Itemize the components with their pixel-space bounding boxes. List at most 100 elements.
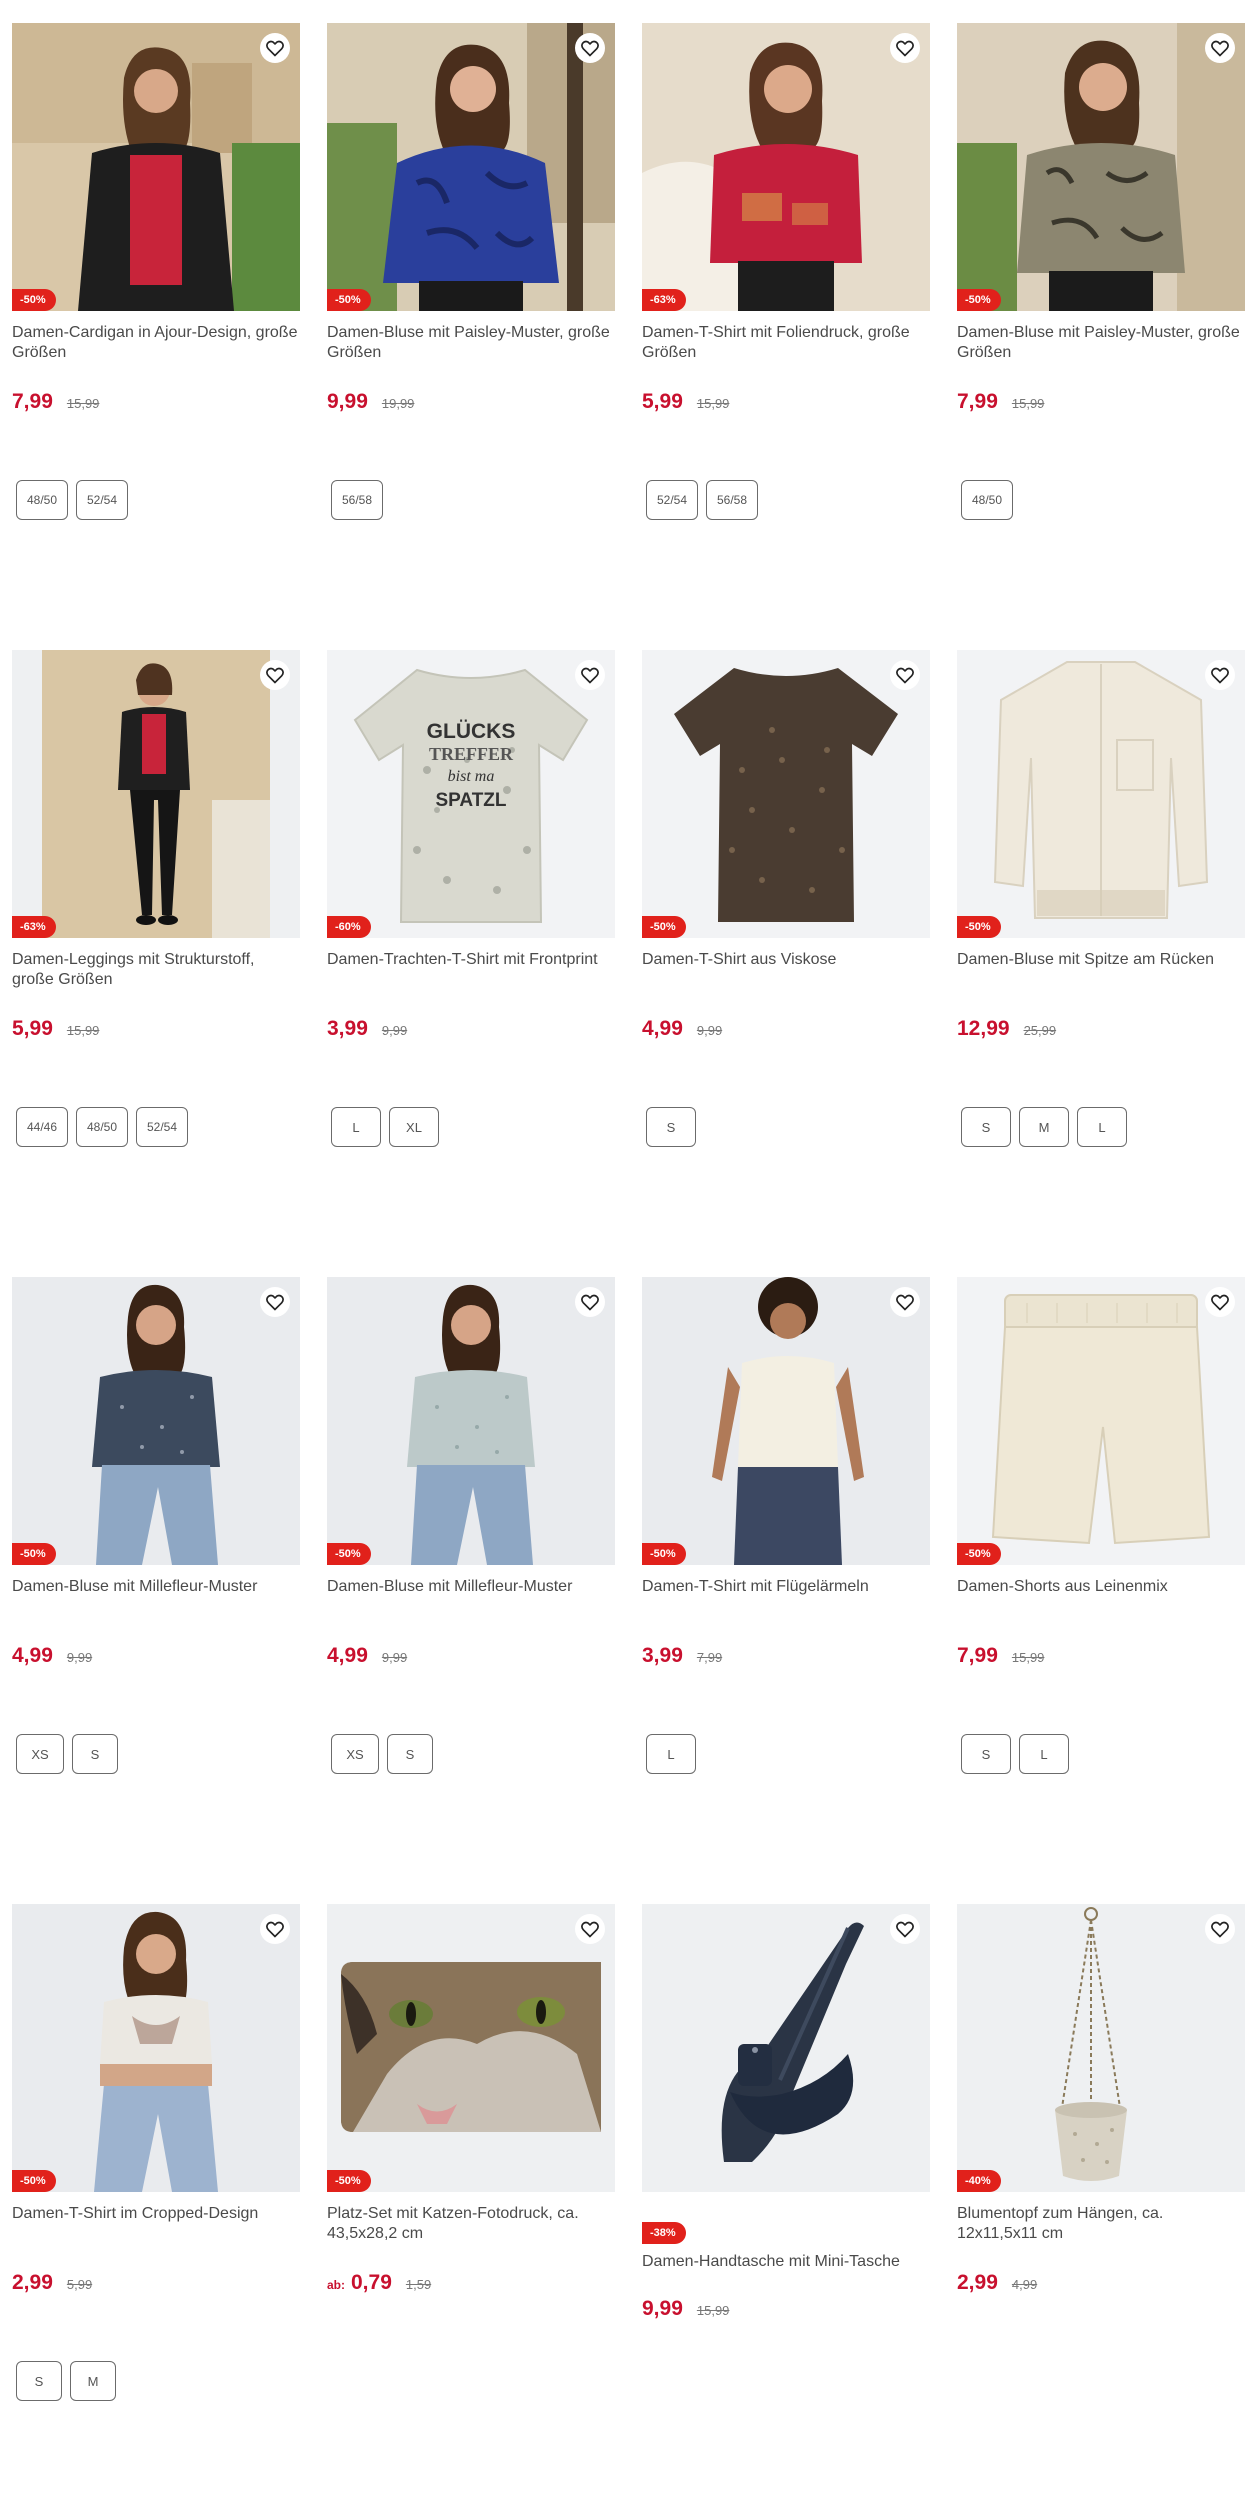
product-image[interactable]: -50% [327,23,615,311]
product-title[interactable]: Damen-T-Shirt mit Foliendruck, große Grö… [642,323,930,363]
product-image[interactable]: -50% [957,23,1245,311]
product-title[interactable]: Damen-Leggings mit Strukturstoff, große … [12,950,300,990]
wishlist-button[interactable] [575,1914,605,1944]
product-photo [12,23,300,311]
price-row: 3,99 7,99 [642,1644,930,1668]
product-image[interactable]: -50% [327,1904,615,2192]
product-title[interactable]: Blumentopf zum Hängen, ca. 12x11,5x11 cm [957,2204,1245,2244]
product-card[interactable]: -50% Damen-T-Shirt im Cropped-Design 2,9… [12,1904,300,2401]
product-card[interactable]: -50% Damen-T-Shirt aus Viskose 4,99 9,99… [642,650,930,1147]
wishlist-button[interactable] [1205,1914,1235,1944]
product-image[interactable]: -50% [327,1277,615,1565]
size-button[interactable]: XL [389,1107,439,1147]
product-card[interactable]: -50% Damen-Bluse mit Paisley-Muster, gro… [957,23,1245,520]
product-image[interactable]: -63% [642,23,930,311]
size-button[interactable]: 48/50 [16,480,68,520]
wishlist-button[interactable] [575,1287,605,1317]
size-button[interactable]: XS [331,1734,379,1774]
size-button[interactable]: S [646,1107,696,1147]
product-card[interactable]: -50% Damen-Bluse mit Millefleur-Muster 4… [327,1277,615,1774]
size-button[interactable]: XS [16,1734,64,1774]
product-title[interactable]: Damen-Handtasche mit Mini-Tasche [642,2252,930,2272]
size-button[interactable]: L [1019,1734,1069,1774]
product-image[interactable] [642,1904,930,2192]
heart-icon [581,40,599,57]
wishlist-button[interactable] [890,1914,920,1944]
size-button[interactable]: 56/58 [331,480,383,520]
size-button[interactable]: S [16,2361,62,2401]
product-card[interactable]: -50% Platz-Set mit Katzen-Fotodruck, ca.… [327,1904,615,2295]
wishlist-button[interactable] [260,33,290,63]
product-image[interactable]: GLÜCKS TREFFER bist ma SPATZL -60% [327,650,615,938]
wishlist-button[interactable] [575,660,605,690]
current-price: 4,99 [12,1644,53,1667]
size-button[interactable]: 56/58 [706,480,758,520]
product-title[interactable]: Damen-Bluse mit Millefleur-Muster [12,1577,300,1617]
current-price: 2,99 [957,2271,998,2294]
product-title[interactable]: Damen-T-Shirt im Cropped-Design [12,2204,300,2244]
size-button[interactable]: M [70,2361,116,2401]
product-card[interactable]: -50% Damen-Bluse mit Millefleur-Muster 4… [12,1277,300,1774]
size-button[interactable]: M [1019,1107,1069,1147]
wishlist-button[interactable] [1205,660,1235,690]
size-button[interactable]: 48/50 [76,1107,128,1147]
size-button[interactable]: S [961,1734,1011,1774]
wishlist-button[interactable] [260,1287,290,1317]
size-button[interactable]: L [1077,1107,1127,1147]
product-card[interactable]: GLÜCKS TREFFER bist ma SPATZL -60% Damen… [327,650,615,1147]
size-button[interactable]: 48/50 [961,480,1013,520]
product-title[interactable]: Damen-Bluse mit Millefleur-Muster [327,1577,615,1617]
wishlist-button[interactable] [1205,33,1235,63]
product-image[interactable]: -50% [12,23,300,311]
size-button[interactable]: 44/46 [16,1107,68,1147]
product-image[interactable]: -50% [957,1277,1245,1565]
product-card[interactable]: -50% Damen-T-Shirt mit Flügelärmeln 3,99… [642,1277,930,1774]
product-image[interactable]: -50% [12,1904,300,2192]
size-button[interactable]: L [646,1734,696,1774]
old-price: 15,99 [696,396,730,411]
product-image[interactable]: -50% [642,1277,930,1565]
wishlist-button[interactable] [890,660,920,690]
product-card[interactable]: -63% Damen-Leggings mit Strukturstoff, g… [12,650,300,1147]
product-card[interactable]: -50% Damen-Bluse mit Paisley-Muster, gro… [327,23,615,520]
wishlist-button[interactable] [1205,1287,1235,1317]
size-button[interactable]: 52/54 [646,480,698,520]
discount-badge: -40% [957,2170,1001,2192]
size-button[interactable]: 52/54 [76,480,128,520]
product-title[interactable]: Damen-T-Shirt mit Flügelärmeln [642,1577,930,1617]
product-image[interactable]: -50% [957,650,1245,938]
product-title[interactable]: Damen-Shorts aus Leinenmix [957,1577,1245,1617]
product-title[interactable]: Damen-T-Shirt aus Viskose [642,950,930,990]
size-button[interactable]: S [961,1107,1011,1147]
product-card[interactable]: -63% Damen-T-Shirt mit Foliendruck, groß… [642,23,930,520]
size-button[interactable]: S [72,1734,118,1774]
product-title[interactable]: Damen-Bluse mit Spitze am Rücken [957,950,1245,990]
product-title[interactable]: Platz-Set mit Katzen-Fotodruck, ca. 43,5… [327,2204,615,2244]
product-title[interactable]: Damen-Bluse mit Paisley-Muster, große Gr… [957,323,1245,363]
wishlist-button[interactable] [260,1914,290,1944]
product-card[interactable]: -50% Damen-Bluse mit Spitze am Rücken 12… [957,650,1245,1147]
product-title[interactable]: Damen-Cardigan in Ajour-Design, große Gr… [12,323,300,363]
product-card[interactable]: -50% Damen-Cardigan in Ajour-Design, gro… [12,23,300,520]
product-image[interactable]: -50% [12,1277,300,1565]
size-button[interactable]: L [331,1107,381,1147]
product-photo [957,650,1245,938]
old-price: 15,99 [1011,396,1045,411]
product-image[interactable]: -40% [957,1904,1245,2192]
size-button[interactable]: S [387,1734,433,1774]
product-card[interactable]: -40% Blumentopf zum Hängen, ca. 12x11,5x… [957,1904,1245,2295]
price-row: 2,99 5,99 [12,2271,300,2295]
product-title[interactable]: Damen-Trachten-T-Shirt mit Frontprint [327,950,615,990]
product-card[interactable]: -50% Damen-Shorts aus Leinenmix 7,99 15,… [957,1277,1245,1774]
wishlist-button[interactable] [575,33,605,63]
size-button[interactable]: 52/54 [136,1107,188,1147]
discount-badge: -63% [642,289,686,311]
size-options: L XL [327,1107,615,1147]
product-card[interactable]: -38% Damen-Handtasche mit Mini-Tasche 9,… [642,1904,930,2321]
product-image[interactable]: -63% [12,650,300,938]
product-image[interactable]: -50% [642,650,930,938]
wishlist-button[interactable] [890,1287,920,1317]
product-title[interactable]: Damen-Bluse mit Paisley-Muster, große Gr… [327,323,615,363]
wishlist-button[interactable] [260,660,290,690]
wishlist-button[interactable] [890,33,920,63]
